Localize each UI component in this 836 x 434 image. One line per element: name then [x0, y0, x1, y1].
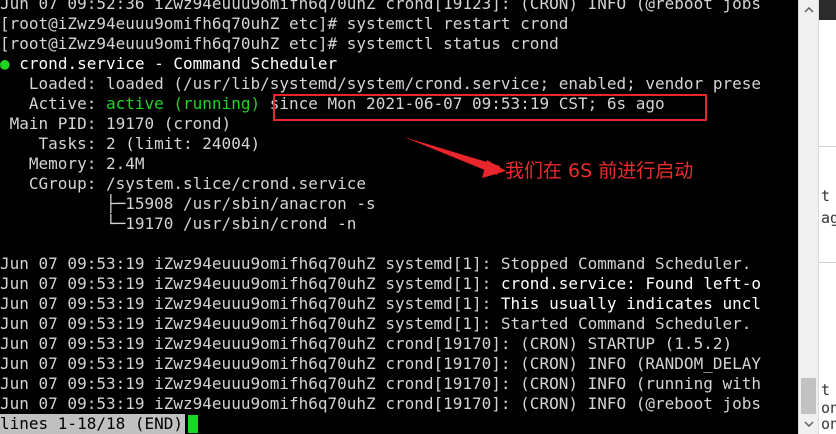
scroll-thumb[interactable]: [801, 378, 816, 414]
chevron-up-icon: [804, 7, 814, 13]
log-message-bold: crond.service: Found left-o: [500, 274, 761, 293]
pager-status-bar: lines 1-18/18 (END): [0, 414, 186, 434]
active-label: Active:: [0, 94, 106, 113]
status-dot-icon: ●: [0, 54, 10, 73]
background-text: t: [821, 381, 831, 399]
terminal-line: Jun 07 09:53:19 iZwz94euuu9omifh6q70uhZ …: [0, 294, 761, 314]
terminal-line: Main PID: 19170 (crond): [0, 114, 232, 133]
terminal-window[interactable]: Jun 07 09:52:36 iZwz94euuu9omifh6q70uhZ …: [0, 0, 798, 434]
service-title: crond.service - Command Scheduler: [19, 54, 338, 73]
log-prefix: Jun 07 09:53:19 iZwz94euuu9omifh6q70uhZ …: [0, 274, 501, 293]
scroll-up-button[interactable]: [800, 0, 818, 20]
annotation-text: 我们在 6S 前进行启动: [505, 160, 694, 182]
terminal-line: Memory: 2.4M: [0, 154, 145, 173]
service-header-line: ● crond.service - Command Scheduler: [0, 54, 337, 74]
log-message-bold: This usually indicates uncl: [500, 294, 761, 313]
terminal-line: Jun 07 09:53:19 iZwz94euuu9omifh6q70uhZ …: [0, 334, 733, 353]
background-text: on: [821, 415, 836, 433]
divider: [819, 262, 836, 263]
terminal-line: Jun 07 09:53:19 iZwz94euuu9omifh6q70uhZ …: [0, 354, 761, 373]
terminal-line: Jun 07 09:53:19 iZwz94euuu9omifh6q70uhZ …: [0, 274, 761, 294]
terminal-line: Tasks: 2 (limit: 24004): [0, 134, 261, 153]
annotation-highlight-box: [273, 94, 707, 121]
background-window-bar: [819, 0, 836, 20]
terminal-line: [root@iZwz94euuu9omifh6q70uhZ etc]# syst…: [0, 14, 569, 33]
vertical-scrollbar[interactable]: [798, 0, 818, 434]
terminal-line: Jun 07 09:53:19 iZwz94euuu9omifh6q70uhZ …: [0, 374, 761, 393]
terminal-line: ├─15908 /usr/sbin/anacron -s: [0, 194, 376, 213]
terminal-line: Jun 07 09:53:19 iZwz94euuu9omifh6q70uhZ …: [0, 394, 761, 413]
terminal-line: Jun 07 09:53:19 iZwz94euuu9omifh6q70uhZ …: [0, 254, 752, 273]
terminal-line: CGroup: /system.slice/crond.service: [0, 174, 367, 193]
background-window[interactable]: t ag t on on: [818, 0, 836, 434]
background-text: t: [821, 187, 831, 205]
scroll-down-button[interactable]: [800, 414, 818, 434]
active-state: active (running): [105, 94, 261, 113]
screenshot: Jun 07 09:52:36 iZwz94euuu9omifh6q70uhZ …: [0, 0, 836, 434]
terminal-line: Jun 07 09:53:19 iZwz94euuu9omifh6q70uhZ …: [0, 314, 752, 333]
background-text: ag: [821, 209, 836, 227]
terminal-line: Jun 07 09:52:36 iZwz94euuu9omifh6q70uhZ …: [0, 0, 761, 13]
cursor: [188, 415, 198, 433]
terminal-line: [root@iZwz94euuu9omifh6q70uhZ etc]# syst…: [0, 34, 559, 53]
terminal-line: Loaded: loaded (/usr/lib/systemd/system/…: [0, 74, 761, 93]
terminal-line: └─19170 /usr/sbin/crond -n: [0, 214, 357, 233]
log-prefix: Jun 07 09:53:19 iZwz94euuu9omifh6q70uhZ …: [0, 294, 501, 313]
divider: [819, 146, 836, 147]
chevron-down-icon: [804, 421, 814, 427]
